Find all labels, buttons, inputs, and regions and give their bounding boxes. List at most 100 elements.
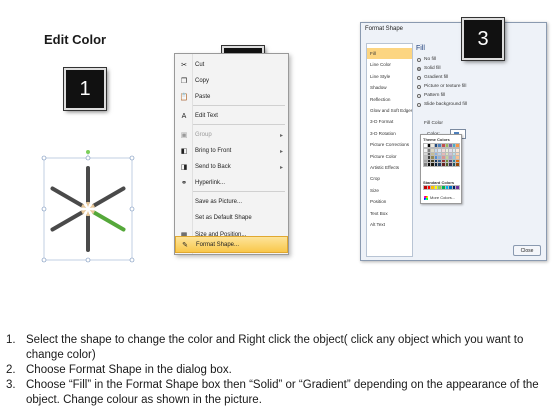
color-swatch[interactable]: [451, 148, 457, 153]
menu-item-copy[interactable]: ❐ Copy: [175, 73, 288, 89]
color-swatch[interactable]: [440, 151, 446, 157]
color-swatch[interactable]: [437, 148, 443, 153]
color-swatch[interactable]: [448, 143, 454, 148]
color-swatch[interactable]: [430, 185, 436, 190]
color-swatch[interactable]: [448, 158, 454, 164]
color-swatch[interactable]: [437, 185, 443, 190]
menu-item-bring-to-front[interactable]: ◧ Bring to Front ▸: [175, 143, 288, 159]
pencil-shapes-selection[interactable]: [40, 150, 135, 265]
color-swatch[interactable]: [433, 162, 439, 168]
nav-item-text-box[interactable]: Text Box: [367, 208, 412, 219]
resize-handle[interactable]: [41, 155, 47, 161]
resize-handle[interactable]: [85, 257, 91, 263]
color-swatch[interactable]: [426, 155, 432, 161]
color-swatch[interactable]: [426, 162, 432, 168]
nav-item-shadow[interactable]: Shadow: [367, 82, 412, 93]
nav-item-artistic-effects[interactable]: Artistic Effects: [367, 162, 412, 173]
nav-item-glow-and-soft-edges[interactable]: Glow and Soft Edges: [367, 105, 412, 116]
radio-button[interactable]: [417, 93, 421, 98]
color-swatch[interactable]: [430, 151, 436, 157]
color-swatch[interactable]: [451, 155, 457, 161]
color-swatch[interactable]: [423, 148, 428, 153]
menu-item-edit-text[interactable]: A Edit Text: [175, 108, 288, 124]
nav-item-reflection[interactable]: Reflection: [367, 94, 412, 105]
color-swatch[interactable]: [433, 143, 439, 148]
color-swatch[interactable]: [423, 162, 428, 168]
color-swatch[interactable]: [448, 151, 454, 157]
nav-item-size[interactable]: Size: [367, 185, 412, 196]
nav-item-3-d-format[interactable]: 3-D Format: [367, 116, 412, 127]
color-swatch[interactable]: [433, 151, 439, 157]
color-swatch[interactable]: [455, 185, 461, 190]
color-swatch[interactable]: [426, 158, 432, 164]
menu-item-format-shape[interactable]: ✎ Format Shape...: [175, 236, 288, 253]
color-swatch[interactable]: [444, 151, 450, 157]
resize-handle[interactable]: [41, 206, 47, 212]
color-swatch[interactable]: [451, 143, 457, 148]
fill-option-pattern-fill[interactable]: Pattern fill: [417, 93, 445, 98]
color-swatch[interactable]: [433, 155, 439, 161]
radio-button[interactable]: [417, 75, 421, 80]
menu-item-save-as-picture[interactable]: Save as Picture...: [175, 194, 288, 210]
color-swatch[interactable]: [423, 143, 428, 148]
color-swatch[interactable]: [455, 155, 461, 161]
menu-item-send-to-back[interactable]: ◨ Send to Back ▸: [175, 159, 288, 175]
nav-item-position[interactable]: Position: [367, 196, 412, 207]
color-swatch[interactable]: [444, 158, 450, 164]
color-swatch[interactable]: [426, 185, 432, 190]
resize-handle[interactable]: [129, 257, 135, 263]
color-swatch[interactable]: [448, 185, 454, 190]
color-swatch[interactable]: [444, 155, 450, 161]
radio-button[interactable]: [417, 102, 421, 107]
nav-item-line-color[interactable]: Line Color: [367, 59, 412, 70]
color-swatch[interactable]: [448, 155, 454, 161]
color-swatch[interactable]: [444, 148, 450, 153]
resize-handle[interactable]: [129, 155, 135, 161]
color-swatch[interactable]: [426, 143, 432, 148]
nav-item-crop[interactable]: Crop: [367, 173, 412, 184]
color-swatch[interactable]: [430, 143, 436, 148]
menu-item-cut[interactable]: ✂ Cut: [175, 57, 288, 73]
color-swatch[interactable]: [451, 151, 457, 157]
nav-item-picture-color[interactable]: Picture Color: [367, 151, 412, 162]
color-swatch[interactable]: [423, 151, 428, 157]
menu-item-hyperlink[interactable]: ⚭ Hyperlink...: [175, 175, 288, 191]
color-swatch[interactable]: [448, 162, 454, 168]
color-swatch[interactable]: [455, 151, 461, 157]
color-swatch[interactable]: [430, 162, 436, 168]
color-swatch[interactable]: [437, 162, 443, 168]
color-swatch[interactable]: [430, 158, 436, 164]
color-swatch[interactable]: [437, 158, 443, 164]
nav-item-line-style[interactable]: Line Style: [367, 71, 412, 82]
color-swatch[interactable]: [423, 155, 428, 161]
color-swatch[interactable]: [423, 185, 428, 190]
nav-item-alt-text[interactable]: Alt Text: [367, 219, 412, 230]
fill-option-gradient-fill[interactable]: Gradient fill: [417, 75, 448, 80]
color-swatch[interactable]: [437, 151, 443, 157]
resize-handle[interactable]: [41, 257, 47, 263]
color-swatch[interactable]: [440, 155, 446, 161]
menu-item-set-as-default-shape[interactable]: Set as Default Shape: [175, 210, 288, 226]
color-swatch[interactable]: [423, 158, 428, 164]
color-swatch[interactable]: [455, 162, 461, 168]
color-swatch[interactable]: [433, 158, 439, 164]
resize-handle[interactable]: [85, 155, 91, 161]
color-swatch[interactable]: [451, 158, 457, 164]
color-swatch[interactable]: [444, 143, 450, 148]
close-button[interactable]: Close: [513, 245, 541, 256]
color-swatch[interactable]: [430, 148, 436, 153]
color-swatch[interactable]: [437, 155, 443, 161]
color-swatch[interactable]: [444, 185, 450, 190]
color-swatch[interactable]: [437, 143, 443, 148]
fill-option-picture-or-texture-fill[interactable]: Picture or texture fill: [417, 84, 466, 89]
menu-item-paste[interactable]: 📋 Paste: [175, 89, 288, 105]
color-swatch[interactable]: [451, 185, 457, 190]
nav-item-picture-corrections[interactable]: Picture Corrections: [367, 139, 412, 150]
color-swatch[interactable]: [440, 148, 446, 153]
color-swatch[interactable]: [433, 185, 439, 190]
color-swatch[interactable]: [448, 148, 454, 153]
color-swatch[interactable]: [430, 155, 436, 161]
color-swatch[interactable]: [451, 162, 457, 168]
pencils-graphic[interactable]: [40, 150, 135, 265]
color-swatch[interactable]: [440, 185, 446, 190]
